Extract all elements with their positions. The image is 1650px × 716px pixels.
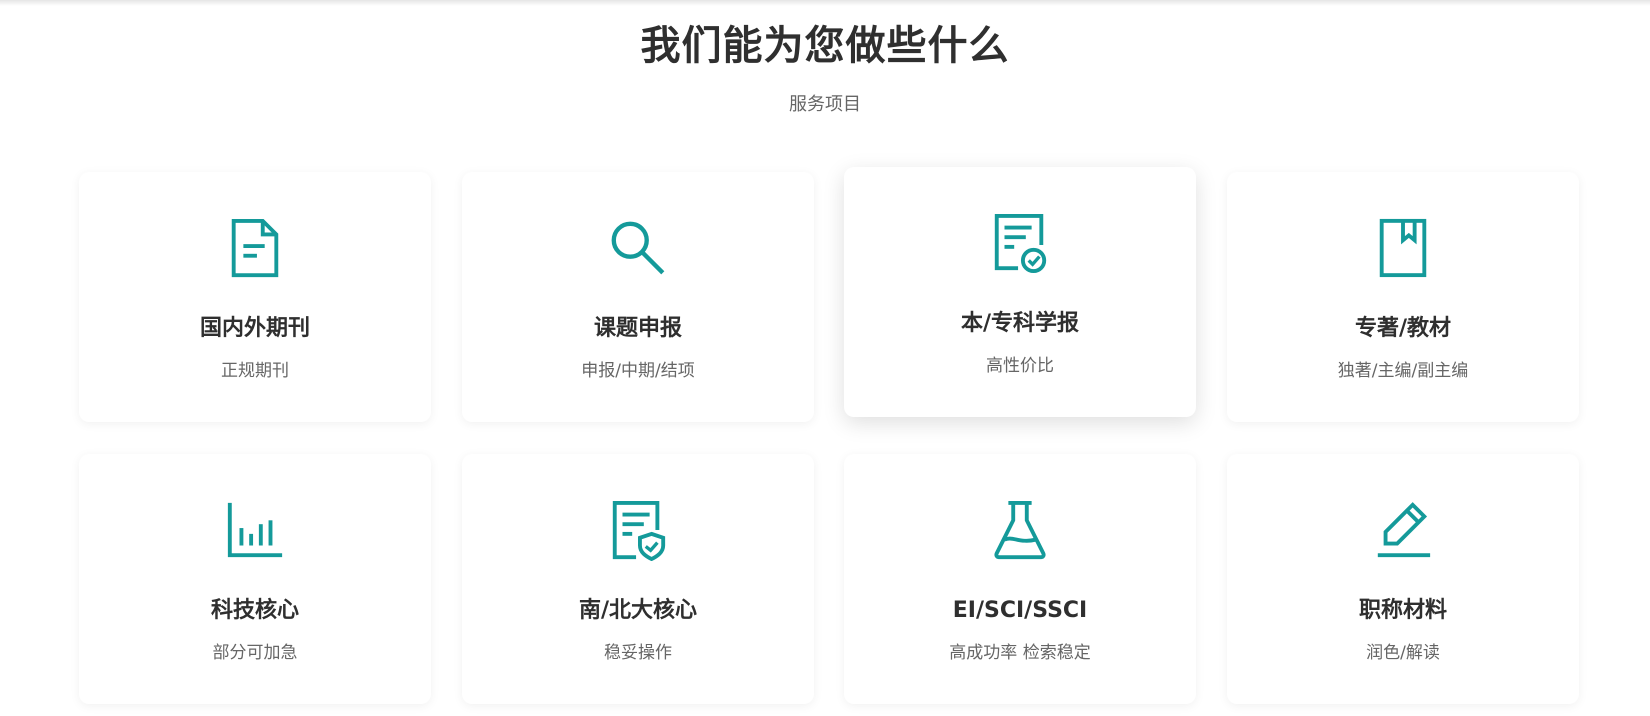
book-icon xyxy=(1227,216,1579,280)
service-card-pku-nju-core[interactable]: 南/北大核心 稳妥操作 xyxy=(462,454,814,704)
pen-icon xyxy=(1227,498,1579,562)
service-desc: 润色/解读 xyxy=(1366,643,1440,663)
document-icon xyxy=(79,216,431,280)
service-title: EI/SCI/SSCI xyxy=(952,598,1088,623)
service-card-projects[interactable]: 课题申报 申报/中期/结项 xyxy=(462,172,814,422)
section-title: 我们能为您做些什么 xyxy=(640,23,1010,69)
service-title: 专著/教材 xyxy=(1354,316,1452,341)
service-card-sci-tech-core[interactable]: 科技核心 部分可加急 xyxy=(79,454,431,704)
service-card-title-materials[interactable]: 职称材料 润色/解读 xyxy=(1227,454,1579,704)
section-subtitle: 服务项目 xyxy=(789,94,861,115)
document-shield-icon xyxy=(462,498,814,562)
service-card-monographs[interactable]: 专著/教材 独著/主编/副主编 xyxy=(1227,172,1579,422)
certificate-icon xyxy=(844,211,1196,275)
service-desc: 高成功率 检索稳定 xyxy=(949,643,1091,663)
service-card-college-journals[interactable]: 本/专科学报 高性价比 xyxy=(844,167,1196,417)
service-title: 本/专科学报 xyxy=(960,311,1080,336)
search-icon xyxy=(462,216,814,280)
service-title: 课题申报 xyxy=(593,316,682,341)
service-card-journals[interactable]: 国内外期刊 正规期刊 xyxy=(79,172,431,422)
top-bar-shadow xyxy=(0,0,1650,6)
service-desc: 稳妥操作 xyxy=(604,643,672,663)
bar-chart-icon xyxy=(79,498,431,562)
service-desc: 高性价比 xyxy=(986,356,1054,376)
flask-icon xyxy=(844,498,1196,562)
service-desc: 独著/主编/副主编 xyxy=(1337,361,1469,381)
service-desc: 正规期刊 xyxy=(221,361,289,381)
service-title: 国内外期刊 xyxy=(199,316,310,341)
service-title: 职称材料 xyxy=(1358,598,1447,623)
service-desc: 申报/中期/结项 xyxy=(581,361,695,381)
service-title: 科技核心 xyxy=(210,598,299,623)
service-card-ei-sci[interactable]: EI/SCI/SSCI 高成功率 检索稳定 xyxy=(844,454,1196,704)
service-title: 南/北大核心 xyxy=(578,598,698,623)
service-desc: 部分可加急 xyxy=(212,643,298,663)
